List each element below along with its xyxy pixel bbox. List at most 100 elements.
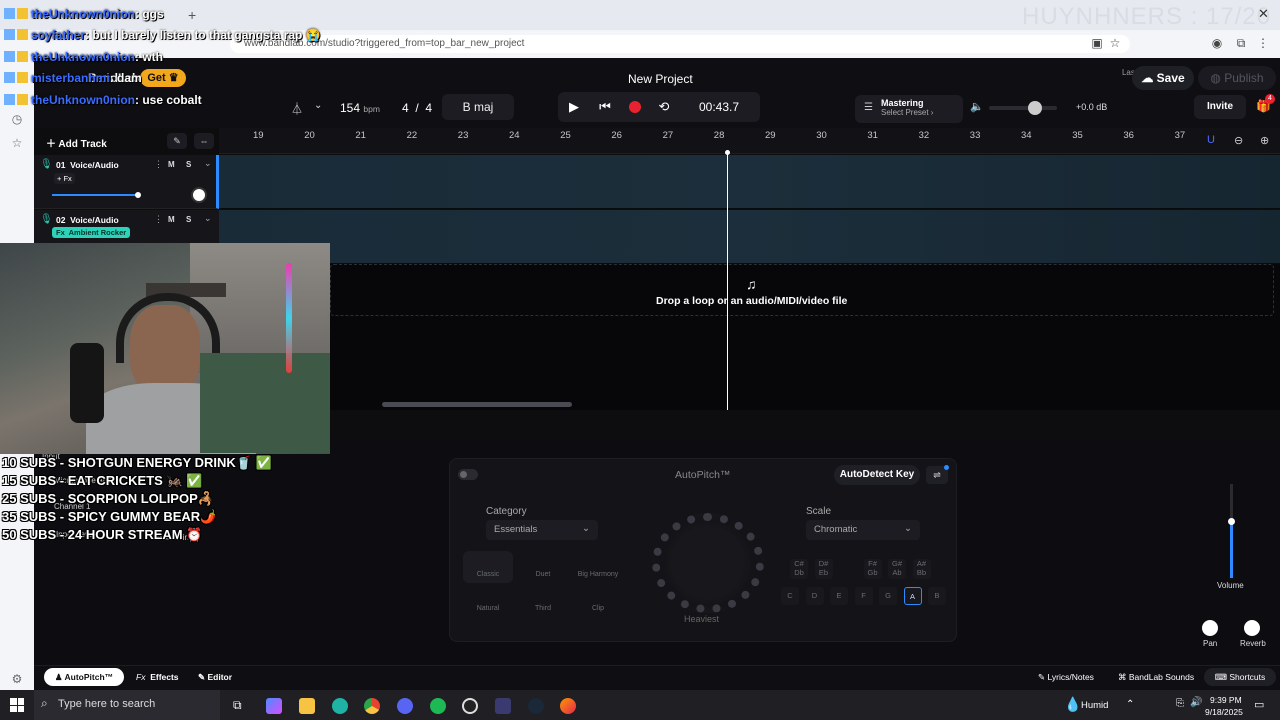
natural-key[interactable]: C (781, 587, 799, 605)
edge-icon[interactable] (332, 698, 348, 714)
volume-fader-knob[interactable] (1228, 517, 1235, 525)
chevron-down-icon[interactable]: ⌄ (204, 213, 212, 224)
track-name[interactable]: 02 Voice/Audio (56, 215, 119, 225)
more-icon[interactable]: ⋮ (154, 214, 163, 225)
time-signature[interactable]: 4 / 4 (402, 101, 432, 115)
file-explorer-icon[interactable] (299, 698, 315, 714)
project-title[interactable]: New Project (628, 72, 693, 86)
track-name[interactable]: 01 Voice/Audio (56, 160, 119, 170)
preset-big-harmony[interactable]: Big Harmony (573, 551, 623, 583)
preset-duet[interactable]: Duet (518, 551, 568, 583)
natural-key[interactable]: D (805, 587, 824, 605)
extensions-icon[interactable]: ⧉ (1234, 36, 1248, 50)
solo-button[interactable]: S (186, 160, 191, 169)
save-button[interactable]: ☁ Save (1132, 66, 1194, 90)
zoom-out-icon[interactable]: ⊖ (1234, 134, 1243, 147)
task-view-icon[interactable]: ⧉ (233, 698, 242, 713)
lyrics-notes-button[interactable]: ✎ Lyrics/Notes (1038, 672, 1094, 683)
new-tab-button[interactable]: + (188, 7, 196, 23)
strength-knob[interactable] (652, 513, 764, 613)
sharp-key[interactable]: G# Ab (888, 559, 906, 579)
taskbar-search[interactable]: ⌕ Type here to search (34, 690, 220, 720)
mute-button[interactable]: M (168, 160, 175, 169)
settings-icon[interactable]: ⚙ (10, 672, 24, 686)
playhead[interactable] (727, 152, 728, 410)
network-icon[interactable]: ⎘ (1176, 698, 1184, 709)
category-dropdown[interactable]: Essentials ⌄ (486, 520, 598, 540)
sharp-key[interactable]: A# Bb (912, 559, 931, 579)
taskbar-date[interactable]: 9/18/2025 (1205, 707, 1243, 717)
tab-editor[interactable]: ✎ Editor (198, 672, 232, 683)
install-icon[interactable]: ▣ (1090, 36, 1104, 50)
track-header-1[interactable]: 🎙 01 Voice/Audio ⋮ M S ⌄ + Fx (34, 155, 219, 209)
app-icon[interactable] (495, 698, 511, 714)
preset-clip[interactable]: Clip (573, 585, 623, 617)
shortcuts-button[interactable]: ⌨ Shortcuts (1204, 668, 1276, 686)
playhead-handle[interactable] (725, 150, 730, 155)
natural-key[interactable]: E (830, 587, 848, 605)
fx-button[interactable]: + Fx (54, 173, 75, 184)
notifications-icon[interactable]: ▭ (1254, 698, 1264, 711)
address-bar[interactable]: www.bandlab.com/studio?triggered_from=to… (230, 35, 1130, 53)
chevron-down-icon[interactable]: ⌄ (314, 100, 322, 111)
spotify-icon[interactable] (430, 698, 446, 714)
magnet-icon[interactable]: U (1207, 134, 1215, 146)
timeline-ruler[interactable]: 19 20 21 22 23 24 25 26 27 28 29 30 31 32 33 34 35 36 37 (219, 128, 1280, 154)
sharp-key[interactable]: C# Db (790, 559, 808, 579)
add-track-button[interactable]: ＋ Add Track (46, 135, 107, 150)
tray-chevron-icon[interactable]: ⌃ (1126, 699, 1134, 710)
close-window-icon[interactable]: ✕ (1258, 6, 1269, 22)
loop-button[interactable]: ⟲ (650, 92, 678, 122)
metronome-icon[interactable]: ⏃ (291, 100, 303, 117)
get-button[interactable]: Get ♛ (140, 69, 186, 87)
windows-start-icon[interactable] (10, 698, 24, 712)
track-lane-2[interactable] (219, 210, 1280, 264)
volume-knob[interactable] (1028, 101, 1043, 115)
solo-button[interactable]: S (186, 215, 191, 224)
rewind-button[interactable]: ⏮ (590, 92, 620, 122)
volume-fader[interactable] (1228, 484, 1235, 578)
profile-icon[interactable]: ◉ (1210, 36, 1224, 50)
reverb-knob[interactable] (1244, 620, 1260, 636)
natural-key[interactable]: F (854, 587, 873, 605)
bandlab-sounds-button[interactable]: ⌘ BandLab Sounds (1118, 672, 1194, 683)
pan-knob[interactable] (191, 187, 207, 203)
zoom-in-icon[interactable]: ⊕ (1260, 134, 1269, 147)
slider-knob[interactable] (135, 192, 141, 198)
speaker-icon[interactable]: 🔈 (970, 100, 984, 113)
autopitch-toggle[interactable] (458, 469, 478, 480)
pencil-tool-icon[interactable]: ✎ (167, 133, 187, 149)
steam-icon[interactable] (528, 698, 544, 714)
bpm-control[interactable]: 154 bpm (340, 101, 380, 115)
preset-natural[interactable]: Natural (463, 585, 513, 617)
tab-effects[interactable]: Fx Effects (136, 672, 179, 682)
volume-icon[interactable]: 🔊 (1190, 697, 1202, 708)
publish-button[interactable]: ◍ Publish (1198, 66, 1276, 90)
chrome-icon[interactable] (364, 698, 380, 714)
track-volume-slider[interactable] (52, 192, 141, 198)
autodetect-key-button[interactable]: AutoDetect Key (834, 465, 920, 485)
play-button[interactable]: ▶ (558, 92, 590, 122)
scale-dropdown[interactable]: Chromatic ⌄ (806, 520, 920, 540)
fx-preset-badge[interactable]: Fx Ambient Rocker (52, 227, 131, 238)
obs-icon[interactable] (397, 698, 413, 714)
pan-knob[interactable] (1202, 620, 1218, 636)
track-lane-1[interactable] (219, 155, 1280, 209)
history-icon[interactable]: ◷ (10, 112, 24, 126)
drop-zone[interactable]: ♫ Drop a loop or an audio/MIDI/video fil… (330, 264, 1280, 410)
star-icon[interactable]: ☆ (1108, 36, 1122, 50)
firefox-icon[interactable] (560, 698, 576, 714)
copilot-icon[interactable] (266, 698, 282, 714)
invite-button[interactable]: Invite (1194, 95, 1246, 119)
horizontal-scrollbar[interactable] (382, 402, 572, 407)
sharp-key[interactable]: F# Gb (863, 559, 882, 579)
master-volume-slider[interactable] (989, 101, 1057, 115)
obs-studio-icon[interactable] (462, 698, 478, 714)
chevron-down-icon[interactable]: ⌄ (204, 158, 212, 169)
taskbar-time[interactable]: 9:39 PM (1210, 695, 1242, 705)
natural-key[interactable]: G (879, 587, 897, 605)
mute-button[interactable]: M (168, 215, 175, 224)
sharp-key[interactable]: D# Eb (814, 559, 833, 579)
more-icon[interactable]: ⋮ (154, 159, 163, 170)
split-tool-icon[interactable]: ⇔ (194, 133, 214, 149)
